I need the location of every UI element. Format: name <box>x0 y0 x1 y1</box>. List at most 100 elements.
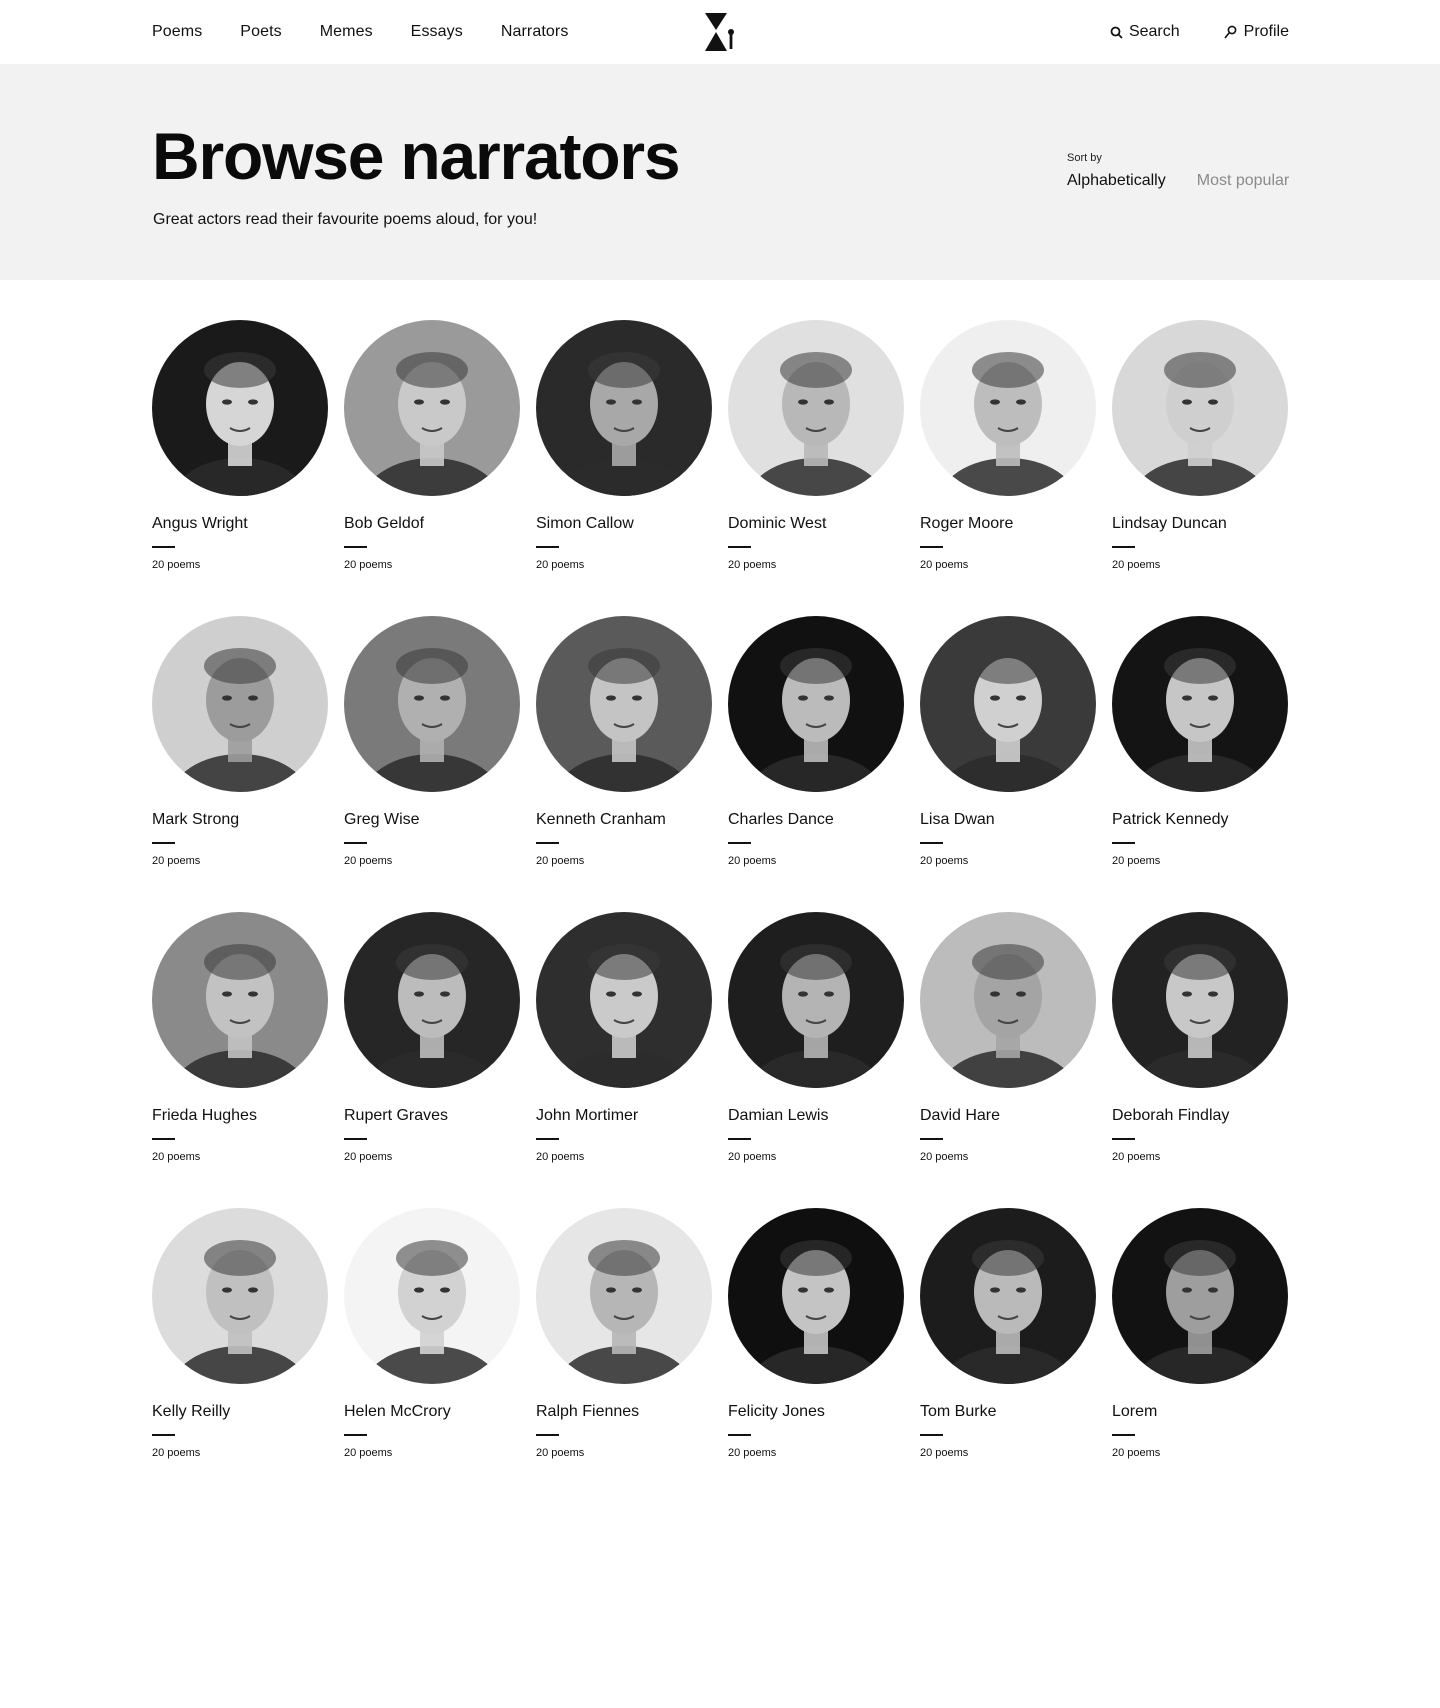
narrator-name[interactable]: Rupert Graves <box>344 1106 520 1126</box>
narrator-card[interactable]: Ralph Fiennes 20 poems <box>536 1208 712 1504</box>
divider <box>536 1434 559 1436</box>
divider <box>344 1434 367 1436</box>
nav-actions: Search Profile <box>1110 0 1289 64</box>
narrator-portrait[interactable] <box>728 616 904 792</box>
narrator-name[interactable]: Roger Moore <box>920 514 1096 534</box>
narrator-portrait[interactable] <box>920 1208 1096 1384</box>
narrator-name[interactable]: Lisa Dwan <box>920 810 1096 830</box>
narrator-name[interactable]: Damian Lewis <box>728 1106 904 1126</box>
narrator-name[interactable]: Ralph Fiennes <box>536 1402 712 1422</box>
narrator-portrait[interactable] <box>344 616 520 792</box>
narrator-portrait[interactable] <box>536 1208 712 1384</box>
narrator-name[interactable]: Mark Strong <box>152 810 328 830</box>
narrator-name[interactable]: Bob Geldof <box>344 514 520 534</box>
narrator-card[interactable]: Damian Lewis 20 poems <box>728 912 904 1208</box>
divider <box>920 1138 943 1140</box>
search-label: Search <box>1128 23 1180 40</box>
narrator-name[interactable]: Lindsay Duncan <box>1112 514 1288 534</box>
narrator-name[interactable]: Kenneth Cranham <box>536 810 712 830</box>
narrator-portrait[interactable] <box>1112 912 1288 1088</box>
search-button[interactable]: Search <box>1110 23 1180 41</box>
narrator-card[interactable]: David Hare 20 poems <box>920 912 1096 1208</box>
narrator-portrait[interactable] <box>1112 1208 1288 1384</box>
narrator-name[interactable]: Angus Wright <box>152 514 328 534</box>
narrator-card[interactable]: Deborah Findlay 20 poems <box>1112 912 1288 1208</box>
narrator-card[interactable]: Angus Wright 20 poems <box>152 320 328 616</box>
narrator-portrait[interactable] <box>920 912 1096 1088</box>
profile-label: Profile <box>1243 23 1289 40</box>
narrator-card[interactable]: Charles Dance 20 poems <box>728 616 904 912</box>
poem-count: 20 poems <box>152 1151 201 1163</box>
narrator-portrait[interactable] <box>536 320 712 496</box>
divider <box>920 546 943 548</box>
narrator-card[interactable]: Lindsay Duncan 20 poems <box>1112 320 1288 616</box>
narrator-portrait[interactable] <box>152 912 328 1088</box>
narrator-card[interactable]: Roger Moore 20 poems <box>920 320 1096 616</box>
narrator-name[interactable]: Deborah Findlay <box>1112 1106 1288 1126</box>
narrator-portrait[interactable] <box>728 1208 904 1384</box>
narrator-name[interactable]: Tom Burke <box>920 1402 1096 1422</box>
narrator-card[interactable]: Tom Burke 20 poems <box>920 1208 1096 1504</box>
narrator-card[interactable]: Mark Strong 20 poems <box>152 616 328 912</box>
narrator-name[interactable]: Frieda Hughes <box>152 1106 328 1126</box>
poem-count: 20 poems <box>728 855 777 867</box>
narrator-name[interactable]: Simon Callow <box>536 514 712 534</box>
narrator-card[interactable]: Rupert Graves 20 poems <box>344 912 520 1208</box>
narrator-portrait[interactable] <box>344 1208 520 1384</box>
narrator-name[interactable]: John Mortimer <box>536 1106 712 1126</box>
narrator-card[interactable]: Kenneth Cranham 20 poems <box>536 616 712 912</box>
narrator-name[interactable]: Dominic West <box>728 514 904 534</box>
profile-button[interactable]: Profile <box>1224 23 1289 41</box>
narrator-portrait[interactable] <box>1112 320 1288 496</box>
narrator-card[interactable]: Kelly Reilly 20 poems <box>152 1208 328 1504</box>
narrator-name[interactable]: Helen McCrory <box>344 1402 520 1422</box>
narrator-portrait[interactable] <box>1112 616 1288 792</box>
narrator-card[interactable]: Bob Geldof 20 poems <box>344 320 520 616</box>
main-nav: Poems Poets Memes Essays Narrators <box>152 0 568 64</box>
narrator-portrait[interactable] <box>344 912 520 1088</box>
narrator-portrait[interactable] <box>152 1208 328 1384</box>
narrator-card[interactable]: Felicity Jones 20 poems <box>728 1208 904 1504</box>
divider <box>728 1138 751 1140</box>
divider <box>920 1434 943 1436</box>
narrator-card[interactable]: Lisa Dwan 20 poems <box>920 616 1096 912</box>
narrator-card[interactable]: Lorem 20 poems <box>1112 1208 1288 1504</box>
narrator-name[interactable]: Greg Wise <box>344 810 520 830</box>
nav-link-narrators[interactable]: Narrators <box>501 23 569 41</box>
narrator-portrait[interactable] <box>728 912 904 1088</box>
poem-count: 20 poems <box>920 1447 969 1459</box>
narrator-name[interactable]: Felicity Jones <box>728 1402 904 1422</box>
narrator-name[interactable]: David Hare <box>920 1106 1096 1126</box>
sort-option-alphabetically[interactable]: Alphabetically <box>1067 172 1166 190</box>
narrator-name[interactable]: Patrick Kennedy <box>1112 810 1288 830</box>
page-subtitle: Great actors read their favourite poems … <box>153 211 538 228</box>
narrator-card[interactable]: Greg Wise 20 poems <box>344 616 520 912</box>
narrator-portrait[interactable] <box>344 320 520 496</box>
nav-link-poets[interactable]: Poets <box>240 23 281 41</box>
hourglass-logo-icon[interactable] <box>703 13 735 51</box>
nav-link-essays[interactable]: Essays <box>411 23 463 41</box>
sort-option-most-popular[interactable]: Most popular <box>1197 172 1290 190</box>
narrator-portrait[interactable] <box>920 320 1096 496</box>
divider <box>152 546 175 548</box>
nav-link-memes[interactable]: Memes <box>320 23 373 41</box>
narrator-grid: Angus Wright 20 poems Bob Geldof 20 poems Si… <box>152 320 1288 1504</box>
divider <box>1112 842 1135 844</box>
narrator-portrait[interactable] <box>728 320 904 496</box>
narrator-card[interactable]: Simon Callow 20 poems <box>536 320 712 616</box>
narrator-portrait[interactable] <box>920 616 1096 792</box>
narrator-card[interactable]: Patrick Kennedy 20 poems <box>1112 616 1288 912</box>
nav-link-poems[interactable]: Poems <box>152 23 202 41</box>
narrator-portrait[interactable] <box>152 616 328 792</box>
narrator-name[interactable]: Charles Dance <box>728 810 904 830</box>
narrator-card[interactable]: Helen McCrory 20 poems <box>344 1208 520 1504</box>
poem-count: 20 poems <box>536 1447 585 1459</box>
narrator-name[interactable]: Lorem <box>1112 1402 1288 1422</box>
narrator-portrait[interactable] <box>536 616 712 792</box>
narrator-portrait[interactable] <box>536 912 712 1088</box>
narrator-card[interactable]: Frieda Hughes 20 poems <box>152 912 328 1208</box>
narrator-name[interactable]: Kelly Reilly <box>152 1402 328 1422</box>
narrator-card[interactable]: Dominic West 20 poems <box>728 320 904 616</box>
narrator-portrait[interactable] <box>152 320 328 496</box>
narrator-card[interactable]: John Mortimer 20 poems <box>536 912 712 1208</box>
